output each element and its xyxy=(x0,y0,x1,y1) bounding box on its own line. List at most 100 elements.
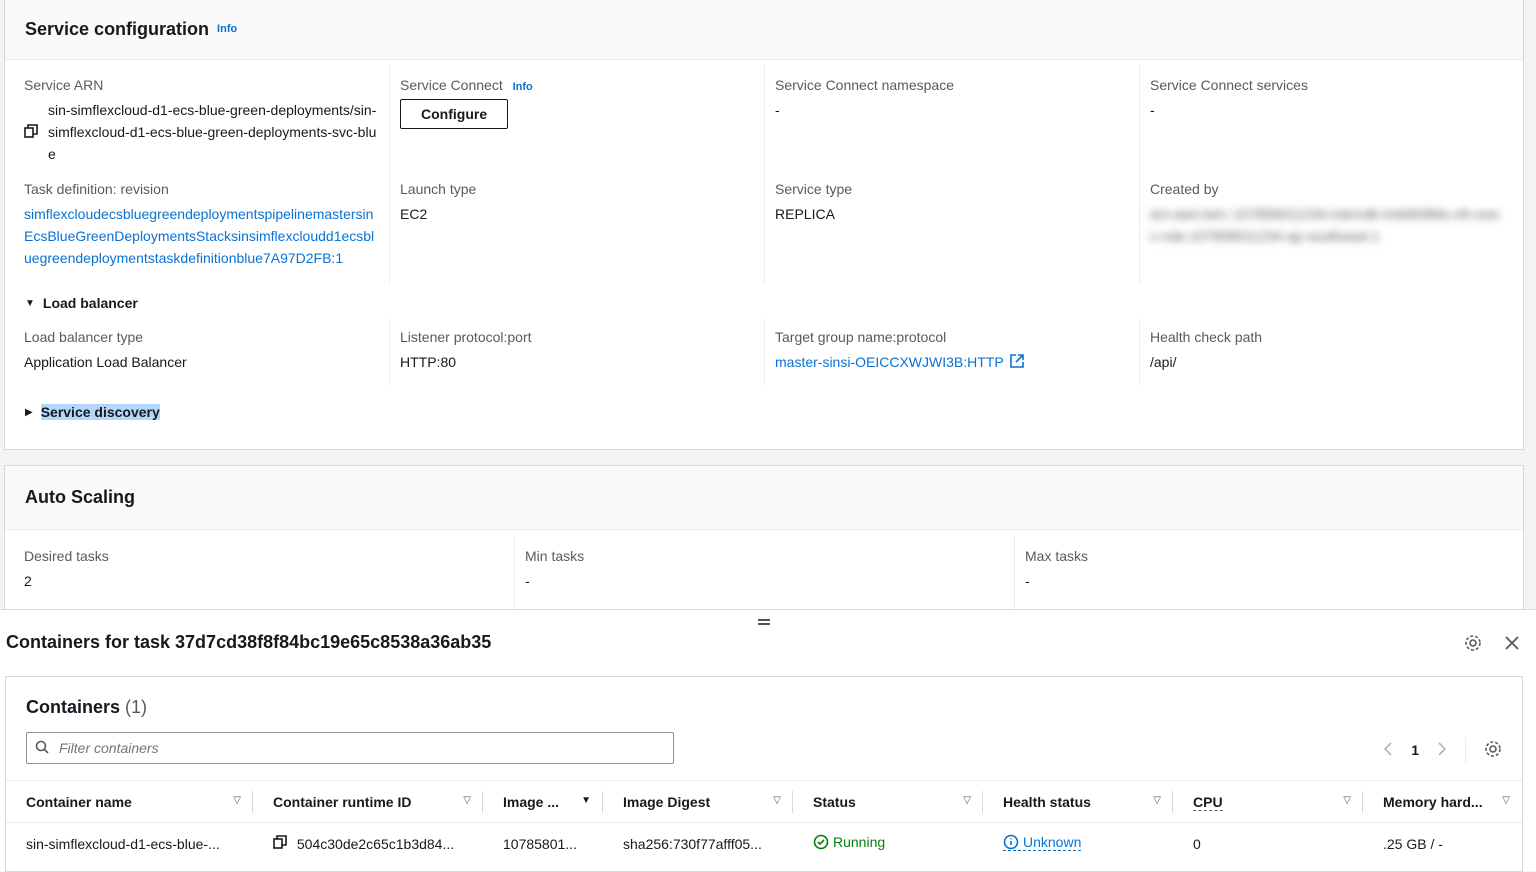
listener-label: Listener protocol:port xyxy=(400,329,532,345)
cell-health-status: Unknown xyxy=(983,823,1173,865)
service-connect-field: Service Connect Info Configure xyxy=(389,65,759,175)
column-header-status[interactable]: Status ▽ xyxy=(793,780,983,823)
sort-icon: ▽ xyxy=(1153,795,1161,806)
service-discovery-expander-label: Service discovery xyxy=(40,404,160,420)
service-type-value: REPLICA xyxy=(775,206,835,222)
launch-type-value: EC2 xyxy=(400,206,428,222)
column-header-health-status[interactable]: Health status ▽ xyxy=(983,780,1173,823)
max-tasks-label: Max tasks xyxy=(1025,548,1089,564)
sort-icon: ▽ xyxy=(1343,795,1351,806)
search-icon xyxy=(35,740,49,757)
service-type-field: Service type REPLICA xyxy=(764,175,1134,283)
sort-icon: ▽ xyxy=(1502,795,1510,806)
service-arn-value: sin-simflexcloud-d1-ecs-blue-green-deplo… xyxy=(48,102,377,162)
page-number[interactable]: 1 xyxy=(1411,742,1419,758)
filter-containers-input[interactable] xyxy=(57,739,657,757)
health-check-label: Health check path xyxy=(1150,329,1263,345)
launch-type-field: Launch type EC2 xyxy=(389,175,759,283)
sc-namespace-value: - xyxy=(775,102,780,118)
service-discovery-expander[interactable]: ▶ Service discovery xyxy=(25,404,160,420)
sc-services-value: - xyxy=(1150,102,1155,118)
containers-card: Containers (1) 1 xyxy=(5,676,1523,872)
load-balancer-expander[interactable]: ▼ Load balancer xyxy=(25,295,138,311)
listener-value: HTTP:80 xyxy=(400,354,457,370)
service-connect-label: Service Connect xyxy=(400,77,503,93)
drawer-resize-handle[interactable] xyxy=(757,614,771,630)
sc-services-field: Service Connect services - xyxy=(1139,65,1509,175)
column-header-runtime-id[interactable]: Container runtime ID ▽ xyxy=(253,780,483,823)
column-header-image[interactable]: Image ... ▼ xyxy=(483,780,603,823)
load-balancer-expander-label: Load balancer xyxy=(42,295,138,311)
service-configuration-info-link[interactable]: Info xyxy=(217,23,237,35)
sort-active-icon: ▼ xyxy=(581,795,591,806)
auto-scaling-panel: Auto Scaling Desired tasks 2 Min tasks -… xyxy=(4,465,1524,615)
pagination: 1 xyxy=(1383,737,1502,763)
table-settings-icon[interactable] xyxy=(1484,740,1502,761)
service-type-label: Service type xyxy=(775,181,853,197)
containers-count: (1) xyxy=(125,697,148,717)
table-header-row: Container name ▽ Container runtime ID ▽ Im… xyxy=(6,780,1522,823)
target-group-field: Target group name:protocol master-sinsi-… xyxy=(764,319,1134,385)
service-configuration-title: Service configuration xyxy=(25,18,210,39)
containers-table: Container name ▽ Container runtime ID ▽ Im… xyxy=(6,780,1522,865)
service-arn-label: Service ARN xyxy=(24,77,104,93)
health-check-field: Health check path /api/ xyxy=(1139,319,1509,385)
min-tasks-field: Min tasks - xyxy=(514,536,1004,611)
containers-drawer: Containers for task 37d7cd38f8f84bc19e65… xyxy=(0,609,1536,872)
chevron-right-icon[interactable] xyxy=(1437,741,1447,759)
chevron-left-icon[interactable] xyxy=(1383,741,1393,759)
column-header-container-name[interactable]: Container name ▽ xyxy=(6,780,253,823)
containers-title: Containers (1) xyxy=(26,697,147,718)
task-definition-label: Task definition: revision xyxy=(24,181,169,197)
lb-type-label: Load balancer type xyxy=(24,329,144,345)
auto-scaling-title: Auto Scaling xyxy=(25,487,136,507)
cell-memory: .25 GB / - xyxy=(1383,835,1443,852)
service-connect-info-link[interactable]: Info xyxy=(513,81,533,93)
column-header-memory[interactable]: Memory hard... ▽ xyxy=(1363,780,1522,823)
caret-down-icon: ▼ xyxy=(25,297,35,309)
task-definition-field: Task definition: revision simflexcloudec… xyxy=(24,175,384,283)
column-header-image-digest[interactable]: Image Digest ▽ xyxy=(603,780,793,823)
info-circle-icon xyxy=(1003,834,1019,850)
status-badge: Running xyxy=(813,834,885,850)
health-status-link[interactable]: Unknown xyxy=(1003,834,1082,852)
desired-tasks-label: Desired tasks xyxy=(24,548,109,564)
column-header-cpu[interactable]: CPU ▽ xyxy=(1173,780,1363,823)
copy-icon[interactable] xyxy=(273,835,291,852)
listener-field: Listener protocol:port HTTP:80 xyxy=(389,319,759,385)
task-definition-link[interactable]: simflexcloudecsbluegreendeploymentspipel… xyxy=(24,203,379,269)
cell-image-digest: sha256:730f77afff05... xyxy=(623,835,762,852)
copy-icon[interactable] xyxy=(24,123,38,141)
service-configuration-panel: Service configuration Info Service ARN s… xyxy=(4,0,1524,450)
external-link-icon[interactable] xyxy=(1009,353,1024,371)
cell-image: 10785801... xyxy=(503,835,577,852)
min-tasks-label: Min tasks xyxy=(525,548,585,564)
sort-icon: ▽ xyxy=(463,795,471,806)
cell-container-name: sin-simflexcloud-d1-ecs-blue-... xyxy=(26,835,220,852)
service-configuration-header: Service configuration Info xyxy=(5,0,1523,60)
pagination-divider xyxy=(1465,737,1466,763)
settings-icon[interactable] xyxy=(1464,634,1482,655)
service-arn-field: Service ARN sin-simflexcloud-d1-ecs-blue… xyxy=(24,65,384,175)
containers-title-text: Containers xyxy=(26,697,121,717)
sort-icon: ▽ xyxy=(773,795,781,806)
target-group-link[interactable]: master-sinsi-OEICCXWJWI3B:HTTP xyxy=(775,351,1004,373)
created-by-label: Created by xyxy=(1150,181,1219,197)
created-by-value-redacted: arn:aws:iam::107858011234:role/cdk-hnb65… xyxy=(1150,206,1500,244)
drawer-title: Containers for task 37d7cd38f8f84bc19e65… xyxy=(6,632,492,652)
health-check-value: /api/ xyxy=(1150,354,1177,370)
sc-namespace-label: Service Connect namespace xyxy=(775,77,954,93)
sort-icon: ▽ xyxy=(963,795,971,806)
filter-containers-search xyxy=(26,732,674,764)
close-icon[interactable] xyxy=(1504,635,1520,654)
launch-type-label: Launch type xyxy=(400,181,477,197)
sc-services-label: Service Connect services xyxy=(1150,77,1308,93)
table-row: sin-simflexcloud-d1-ecs-blue-... 504c30d… xyxy=(6,823,1522,865)
configure-button[interactable]: Configure xyxy=(400,99,509,129)
max-tasks-value: - xyxy=(1025,573,1030,589)
desired-tasks-field: Desired tasks 2 xyxy=(24,536,504,611)
target-group-label: Target group name:protocol xyxy=(775,329,947,345)
cell-status: Running xyxy=(793,823,983,865)
check-circle-icon xyxy=(813,834,829,850)
sort-icon: ▽ xyxy=(233,795,241,806)
